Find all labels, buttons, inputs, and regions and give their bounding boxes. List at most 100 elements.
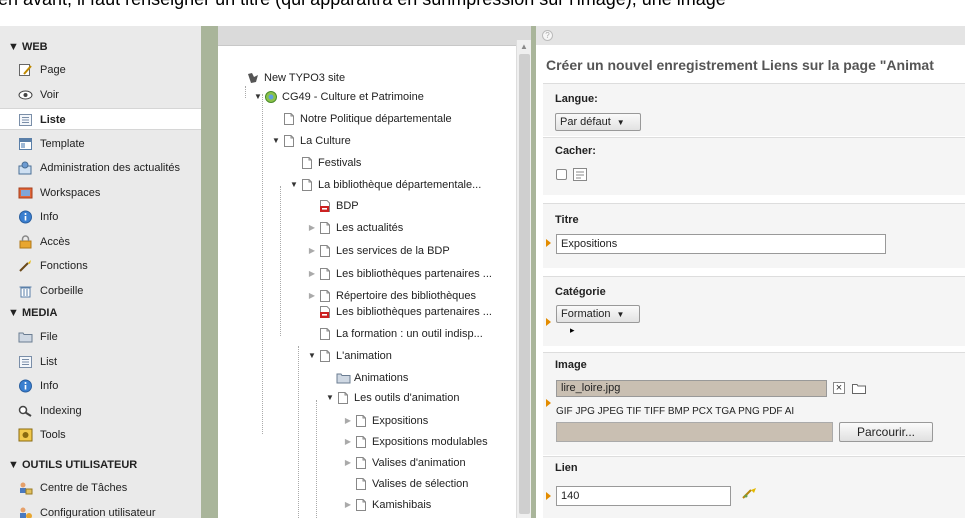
image-file-list[interactable]: lire_loire.jpg bbox=[556, 380, 827, 397]
categorie-select[interactable]: Formation ▼ bbox=[556, 305, 640, 323]
collapse-toggle-icon[interactable]: ▼ bbox=[289, 176, 299, 194]
menu-item-corbeille[interactable]: Corbeille bbox=[0, 280, 201, 302]
folder-icon[interactable] bbox=[852, 382, 867, 394]
menu-item-configuration-utilisateur[interactable]: Configuration utilisateur bbox=[0, 502, 201, 518]
collapse-toggle-icon[interactable]: ▼ bbox=[307, 347, 317, 365]
submenu-arrow-icon[interactable]: ▸ bbox=[570, 325, 575, 336]
expand-toggle-icon[interactable]: ▶ bbox=[343, 412, 353, 430]
tree-node-label[interactable]: CG49 - Culture et Patrimoine bbox=[282, 88, 424, 106]
cacher-checkbox[interactable] bbox=[556, 169, 567, 180]
help-icon[interactable]: ? bbox=[542, 30, 553, 41]
tree-node-label[interactable]: Expositions bbox=[372, 412, 428, 430]
menu-item-administration-des-actualites[interactable]: Administration des actualités bbox=[0, 157, 201, 179]
tree-node-label[interactable]: L'animation bbox=[336, 347, 392, 365]
tree-node[interactable]: ▶ Les bibliothèques partenaires ... bbox=[218, 265, 516, 283]
tree-node-label[interactable]: La bibliothèque départementale... bbox=[318, 176, 481, 194]
titre-input[interactable]: Expositions bbox=[556, 234, 886, 254]
page-icon[interactable] bbox=[354, 498, 368, 512]
tree-node[interactable]: ▼ L'animation bbox=[218, 347, 516, 365]
tree-node-label[interactable]: Les outils d'animation bbox=[354, 389, 459, 407]
page-icon[interactable] bbox=[336, 391, 350, 405]
menu-item-indexing[interactable]: Indexing bbox=[0, 400, 201, 422]
tree-node[interactable]: ▶ Les services de la BDP bbox=[218, 242, 516, 260]
browse-button[interactable]: Parcourir... bbox=[839, 422, 933, 442]
globe-page-icon[interactable] bbox=[264, 90, 278, 104]
menu-item-page[interactable]: Page bbox=[0, 59, 201, 81]
menu-section-user-tools[interactable]: ▼ OUTILS UTILISATEUR bbox=[8, 459, 137, 471]
page-icon[interactable] bbox=[300, 178, 314, 192]
tree-node[interactable]: ▶ Kamishibais bbox=[218, 496, 516, 514]
collapse-toggle-icon[interactable]: ▼ bbox=[271, 132, 281, 150]
menu-section-media[interactable]: ▼ MEDIA bbox=[8, 307, 57, 319]
menu-section-web[interactable]: ▼ WEB bbox=[8, 41, 48, 53]
tree-node-label[interactable]: Expositions modulables bbox=[372, 433, 488, 451]
tree-node-label[interactable]: Les actualités bbox=[336, 219, 403, 237]
menu-item-fonctions[interactable]: Fonctions bbox=[0, 255, 201, 277]
tree-node[interactable]: La formation : un outil indisp... bbox=[218, 325, 516, 343]
menu-item-voir[interactable]: Voir bbox=[0, 84, 201, 106]
menu-item-info[interactable]: Info bbox=[0, 375, 201, 397]
tree-node-label[interactable]: BDP bbox=[336, 197, 359, 215]
tree-node-label[interactable]: Les bibliothèques partenaires ... bbox=[336, 303, 492, 321]
collapse-toggle-icon[interactable]: ▼ bbox=[253, 88, 263, 106]
expand-toggle-icon[interactable]: ▶ bbox=[307, 219, 317, 237]
tree-node-label[interactable]: Valises d'animation bbox=[372, 454, 466, 472]
scrollbar-thumb[interactable] bbox=[519, 54, 530, 514]
lien-input[interactable]: 140 bbox=[556, 486, 731, 506]
tree-node-label[interactable]: Animations bbox=[354, 369, 408, 387]
folder-icon[interactable] bbox=[336, 371, 351, 385]
tree-node[interactable]: Notre Politique départementale bbox=[218, 110, 516, 128]
page-icon[interactable] bbox=[354, 477, 368, 491]
page-icon[interactable] bbox=[318, 244, 332, 258]
scroll-up-arrow-icon[interactable]: ▲ bbox=[520, 42, 528, 51]
expand-toggle-icon[interactable]: ▶ bbox=[343, 454, 353, 472]
tree-node[interactable]: Valises de sélection bbox=[218, 475, 516, 493]
tree-node-label[interactable]: La Culture bbox=[300, 132, 351, 150]
page-icon[interactable] bbox=[318, 221, 332, 235]
remove-file-icon[interactable]: × bbox=[833, 382, 845, 394]
collapse-toggle-icon[interactable]: ▼ bbox=[325, 389, 335, 407]
tree-node-label[interactable]: New TYPO3 site bbox=[264, 69, 345, 87]
tree-node[interactable]: BDP bbox=[218, 197, 516, 215]
langue-select[interactable]: Par défaut ▼ bbox=[555, 113, 641, 131]
tree-node-label[interactable]: La formation : un outil indisp... bbox=[336, 325, 483, 343]
menu-item-centre-de-taches[interactable]: Centre de Tâches bbox=[0, 477, 201, 499]
page-icon[interactable] bbox=[354, 435, 368, 449]
tree-node-label[interactable]: Les services de la BDP bbox=[336, 242, 450, 260]
expand-toggle-icon[interactable]: ▶ bbox=[343, 496, 353, 514]
menu-item-list[interactable]: List bbox=[0, 351, 201, 373]
menu-item-workspaces[interactable]: Workspaces bbox=[0, 182, 201, 204]
tree-node[interactable]: ▶ Les actualités bbox=[218, 219, 516, 237]
image-upload-field[interactable] bbox=[556, 422, 833, 442]
tree-node[interactable]: ▶ Expositions bbox=[218, 412, 516, 430]
page-icon[interactable] bbox=[318, 327, 332, 341]
tree-node[interactable]: Les bibliothèques partenaires ... bbox=[218, 303, 516, 321]
menu-item-file[interactable]: File bbox=[0, 326, 201, 348]
tree-node[interactable]: New TYPO3 site bbox=[218, 69, 516, 87]
expand-toggle-icon[interactable]: ▶ bbox=[307, 242, 317, 260]
menu-item-acces[interactable]: Accès bbox=[0, 231, 201, 253]
tree-node-label[interactable]: Valises de sélection bbox=[372, 475, 468, 493]
tree-node-label[interactable]: Kamishibais bbox=[372, 496, 431, 514]
page-icon[interactable] bbox=[300, 156, 314, 170]
link-wizard-icon[interactable] bbox=[742, 487, 758, 501]
page-restricted-icon[interactable] bbox=[318, 199, 332, 213]
menu-splitter[interactable] bbox=[201, 26, 218, 518]
tree-node[interactable]: ▶ Expositions modulables bbox=[218, 433, 516, 451]
page-icon[interactable] bbox=[318, 289, 332, 303]
typo3-logo-icon[interactable] bbox=[246, 71, 260, 85]
menu-item-tools[interactable]: Tools bbox=[0, 424, 201, 446]
expand-toggle-icon[interactable]: ▶ bbox=[343, 433, 353, 451]
page-icon[interactable] bbox=[318, 267, 332, 281]
page-tree-scrollbar[interactable]: ▲ bbox=[516, 40, 531, 518]
page-icon[interactable] bbox=[282, 134, 296, 148]
tree-node[interactable]: ▶ Valises d'animation bbox=[218, 454, 516, 472]
menu-item-template[interactable]: Template bbox=[0, 133, 201, 155]
tree-node[interactable]: Animations bbox=[218, 369, 516, 387]
tree-node[interactable]: ▼ La Culture bbox=[218, 132, 516, 150]
tree-node-label[interactable]: Festivals bbox=[318, 154, 361, 172]
page-icon[interactable] bbox=[354, 414, 368, 428]
expand-toggle-icon[interactable]: ▶ bbox=[307, 265, 317, 283]
tree-node[interactable]: ▼ CG49 - Culture et Patrimoine bbox=[218, 88, 516, 106]
page-restricted-icon[interactable] bbox=[318, 305, 332, 319]
